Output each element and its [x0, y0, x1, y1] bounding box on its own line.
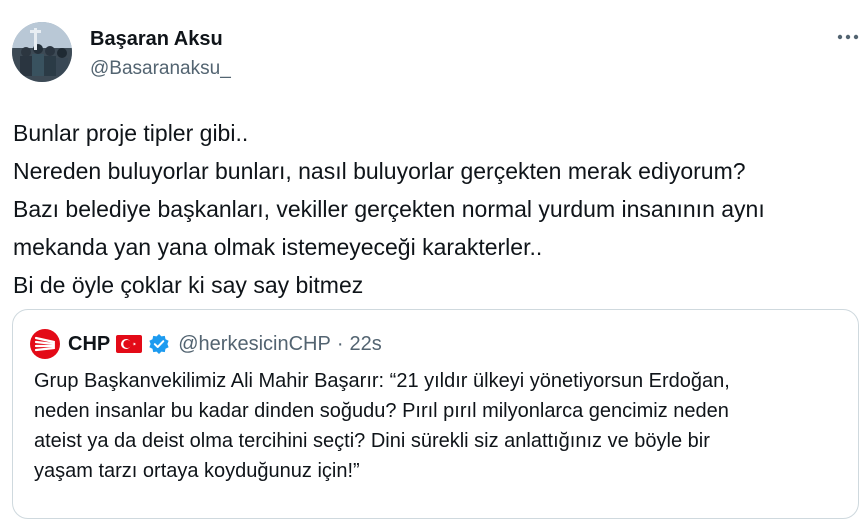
tweet-line: mekanda yan yana olmak istemeyeceği kara…: [13, 234, 543, 260]
verified-badge-icon: [149, 334, 169, 354]
tweet-text: Bunlar proje tipler gibi.. Nereden buluy…: [13, 114, 865, 304]
quoted-line: neden insanlar bu kadar dinden soğudu? P…: [34, 400, 729, 422]
chp-logo-icon[interactable]: [30, 329, 60, 359]
author-name[interactable]: Başaran Aksu: [90, 27, 223, 51]
tweet-line: Nereden buluyorlar bunları, nasıl buluyo…: [13, 158, 746, 184]
tweet-line: Bunlar proje tipler gibi..: [13, 120, 249, 146]
quoted-line: Grup Başkanvekilimiz Ali Mahir Başarır: …: [34, 370, 730, 392]
tweet-line: Bi de öyle çoklar ki say say bitmez: [13, 272, 364, 298]
turkey-flag-icon: [116, 335, 143, 353]
quoted-tweet-header: CHP @herkesicinCHP · 22s: [30, 329, 382, 359]
quoted-line: ateist ya da deist olma tercihini seçti?…: [34, 430, 710, 452]
quoted-tweet-text: Grup Başkanvekilimiz Ali Mahir Başarır: …: [34, 366, 849, 486]
author-handle[interactable]: @Basaranaksu_: [90, 57, 231, 81]
tweet-line: Bazı belediye başkanları, vekiller gerçe…: [13, 196, 765, 222]
avatar-photo: [12, 22, 72, 82]
more-options-button[interactable]: [832, 26, 864, 48]
quoted-author-name[interactable]: CHP: [68, 333, 110, 356]
quoted-timestamp[interactable]: 22s: [349, 333, 381, 356]
quoted-line: yaşam tarzı ortaya koyduğunuz için!”: [34, 460, 360, 482]
author-avatar[interactable]: [12, 22, 72, 82]
quoted-author-handle[interactable]: @herkesicinCHP: [178, 333, 331, 356]
more-horizontal-icon: [837, 34, 859, 40]
separator-dot: ·: [336, 332, 344, 355]
quoted-tweet-card[interactable]: CHP @herkesicinCHP · 22s Grup Başkanveki…: [12, 309, 859, 519]
